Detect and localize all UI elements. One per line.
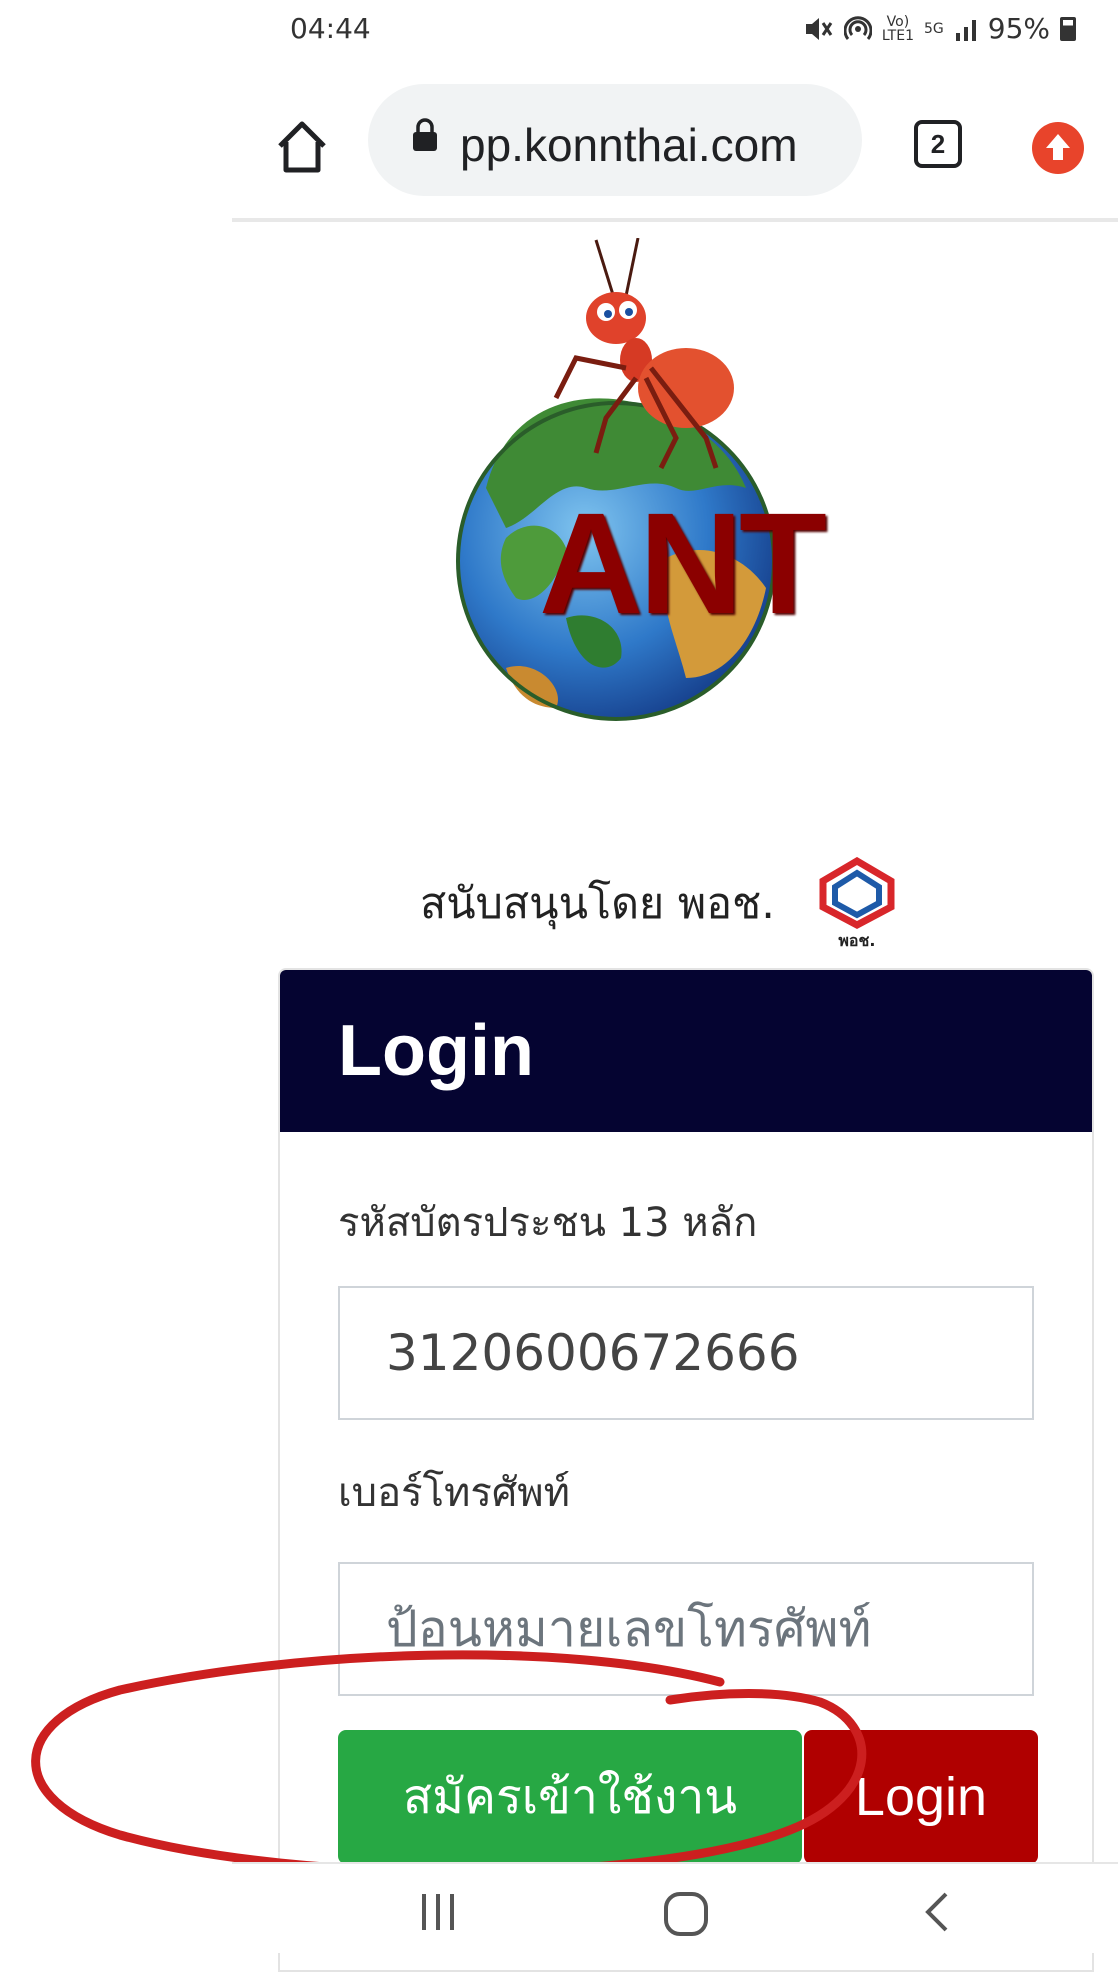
home-nav-icon[interactable] bbox=[660, 1888, 712, 1940]
supported-by-text: สนับสนุนโดย พอช. bbox=[420, 879, 775, 929]
browser-toolbar: pp.konnthai.com 2 bbox=[232, 82, 1118, 198]
network-indicator: 5G bbox=[924, 20, 944, 37]
lock-icon bbox=[413, 118, 437, 151]
tabs-icon[interactable]: 2 bbox=[914, 120, 962, 168]
volte-indicator: Vo) LTE1 bbox=[881, 13, 914, 44]
login-title: Login bbox=[338, 1011, 534, 1091]
address-bar[interactable]: pp.konnthai.com bbox=[368, 84, 862, 196]
url-text: pp.konnthai.com bbox=[460, 119, 798, 171]
battery-percent: 95% bbox=[987, 12, 1050, 45]
login-card: Login รหัสบัตรประชน 13 หลัก เบอร์โทรศัพท… bbox=[278, 968, 1094, 1972]
ant-logo: ANT bbox=[446, 237, 916, 798]
update-icon[interactable] bbox=[1032, 122, 1084, 174]
id-card-label: รหัสบัตรประชน 13 หลัก bbox=[338, 1200, 758, 1246]
home-icon[interactable] bbox=[272, 116, 332, 176]
supported-by: สนับสนุนโดย พอช. พอช. bbox=[420, 856, 903, 950]
signal-icon bbox=[955, 19, 976, 41]
phone-label: เบอร์โทรศัพท์ bbox=[338, 1470, 571, 1516]
back-icon[interactable] bbox=[918, 1888, 958, 1936]
login-card-header: Login bbox=[280, 970, 1092, 1132]
toolbar-divider bbox=[232, 218, 1118, 222]
register-button[interactable]: สมัครเข้าใช้งาน bbox=[338, 1730, 802, 1864]
recent-apps-icon[interactable] bbox=[416, 1888, 460, 1936]
mute-icon bbox=[805, 17, 833, 40]
poch-logo: พอช. bbox=[811, 856, 903, 950]
status-time: 04:44 bbox=[290, 12, 371, 45]
status-indicators: Vo) LTE1 5G 95% bbox=[804, 12, 1076, 45]
phone-input[interactable] bbox=[338, 1562, 1034, 1696]
login-button[interactable]: Login bbox=[804, 1730, 1038, 1864]
status-bar: 04:44 Vo) LTE1 5G 95% bbox=[0, 0, 1118, 70]
system-nav-bar bbox=[232, 1862, 1118, 1953]
battery-icon bbox=[1060, 16, 1076, 41]
poch-logo-label: พอช. bbox=[838, 931, 876, 950]
logo-text: ANT bbox=[539, 483, 827, 644]
poch-emblem-icon bbox=[819, 856, 895, 929]
id-card-input[interactable] bbox=[338, 1286, 1034, 1420]
hotspot-icon bbox=[843, 15, 872, 40]
